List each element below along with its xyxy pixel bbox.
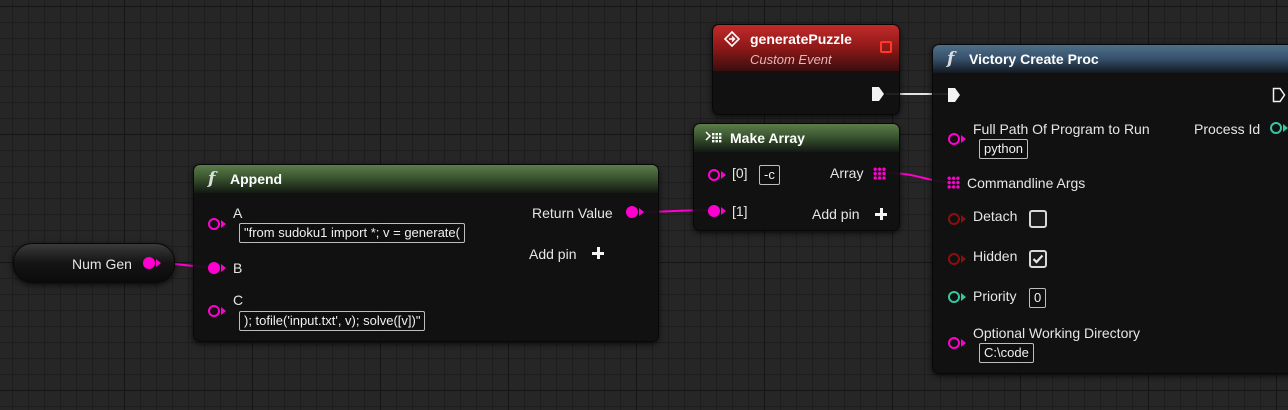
add-pin-icon[interactable] bbox=[875, 208, 887, 220]
pin-arrow bbox=[221, 220, 226, 228]
pin-arrow bbox=[961, 293, 966, 301]
full-path-field[interactable]: python bbox=[979, 139, 1029, 159]
make-array-pin-1[interactable] bbox=[708, 205, 720, 217]
pin-arrow bbox=[961, 255, 966, 263]
pin-arrow bbox=[1283, 124, 1288, 132]
append-pin-a-field[interactable]: "from sudoku1 import *; v = generate( bbox=[239, 223, 465, 243]
append-add-pin-label: Add pin bbox=[529, 246, 577, 262]
function-icon: f bbox=[947, 49, 955, 69]
append-pin-b[interactable] bbox=[208, 262, 220, 274]
append-pin-a[interactable] bbox=[208, 218, 220, 230]
make-array-pin-0-field[interactable]: -c bbox=[759, 165, 780, 185]
detach-checkbox[interactable] bbox=[1029, 210, 1047, 228]
append-return-value-pin[interactable] bbox=[626, 206, 638, 218]
make-array-pin-1-label: [1] bbox=[732, 203, 748, 219]
victory-header[interactable]: f Victory Create Proc bbox=[933, 45, 1288, 73]
pin-arrow bbox=[721, 207, 726, 215]
make-array-icon bbox=[705, 131, 722, 143]
pin-arrow bbox=[221, 307, 226, 315]
victory-create-proc-node[interactable]: f Victory Create Proc Full Path Of Progr… bbox=[932, 44, 1288, 374]
make-array-pin-0[interactable] bbox=[708, 169, 720, 181]
append-return-value-label: Return Value bbox=[532, 205, 613, 221]
check-icon bbox=[1032, 254, 1044, 264]
commandline-args-pin[interactable] bbox=[947, 176, 960, 189]
event-icon bbox=[724, 31, 740, 47]
generate-puzzle-title: generatePuzzle bbox=[750, 31, 852, 47]
pin-arrow bbox=[961, 135, 966, 143]
process-id-label: Process Id bbox=[1194, 121, 1261, 137]
function-icon: f bbox=[208, 169, 216, 189]
append-pin-a-label: A bbox=[233, 205, 243, 221]
full-path-label: Full Path Of Program to Run bbox=[973, 121, 1150, 137]
generate-puzzle-header[interactable]: generatePuzzle Custom Event bbox=[713, 25, 899, 71]
exec-output-pin[interactable] bbox=[1272, 87, 1286, 103]
make-array-pin-0-label: [0] bbox=[732, 165, 748, 181]
num-gen-node[interactable]: Num Gen bbox=[13, 243, 175, 283]
append-pin-c-label: C bbox=[233, 292, 244, 308]
priority-pin[interactable] bbox=[948, 291, 960, 303]
working-dir-pin[interactable] bbox=[948, 337, 960, 349]
working-dir-field[interactable]: C:\code bbox=[979, 343, 1034, 363]
victory-title: Victory Create Proc bbox=[969, 51, 1099, 67]
priority-label: Priority bbox=[973, 288, 1017, 304]
make-array-output-label: Array bbox=[830, 165, 864, 181]
exec-input-pin[interactable] bbox=[947, 87, 961, 103]
make-array-title: Make Array bbox=[730, 130, 805, 146]
commandline-args-label: Commandline Args bbox=[967, 175, 1086, 191]
make-array-node[interactable]: Make Array [0] -c [1] Array Add pin bbox=[693, 123, 900, 231]
pin-arrow bbox=[721, 171, 726, 179]
delegate-pin[interactable] bbox=[880, 41, 892, 53]
num-gen-output-pin[interactable] bbox=[143, 257, 155, 269]
pin-arrow bbox=[961, 215, 966, 223]
exec-output-pin[interactable] bbox=[871, 86, 885, 102]
append-header[interactable]: f Append bbox=[194, 165, 658, 193]
add-pin-icon[interactable] bbox=[592, 247, 604, 259]
make-array-header[interactable]: Make Array bbox=[694, 124, 899, 152]
pin-arrow bbox=[221, 264, 226, 272]
detach-pin[interactable] bbox=[948, 213, 960, 225]
pin-arrow bbox=[961, 339, 966, 347]
append-title: Append bbox=[230, 171, 283, 187]
append-pin-c-field[interactable]: ); tofile('input.txt', v); solve([v])" bbox=[239, 311, 426, 331]
generate-puzzle-node[interactable]: generatePuzzle Custom Event bbox=[712, 24, 900, 115]
make-array-add-pin-label: Add pin bbox=[812, 206, 860, 222]
append-pin-b-label: B bbox=[233, 260, 243, 276]
process-id-pin[interactable] bbox=[1270, 122, 1282, 134]
append-pin-c[interactable] bbox=[208, 305, 220, 317]
priority-field[interactable]: 0 bbox=[1029, 288, 1047, 308]
working-dir-label: Optional Working Directory bbox=[973, 325, 1141, 341]
hidden-label: Hidden bbox=[973, 248, 1018, 264]
pin-arrow bbox=[639, 208, 644, 216]
hidden-pin[interactable] bbox=[948, 253, 960, 265]
full-path-pin[interactable] bbox=[948, 133, 960, 145]
array-output-pin[interactable] bbox=[873, 167, 886, 180]
hidden-checkbox[interactable] bbox=[1029, 250, 1047, 268]
num-gen-pin-arrow bbox=[156, 259, 161, 267]
generate-puzzle-subtitle: Custom Event bbox=[750, 52, 832, 67]
detach-label: Detach bbox=[973, 208, 1018, 224]
num-gen-label: Num Gen bbox=[72, 256, 132, 272]
append-node[interactable]: f Append A "from sudoku1 import *; v = g… bbox=[193, 164, 659, 342]
